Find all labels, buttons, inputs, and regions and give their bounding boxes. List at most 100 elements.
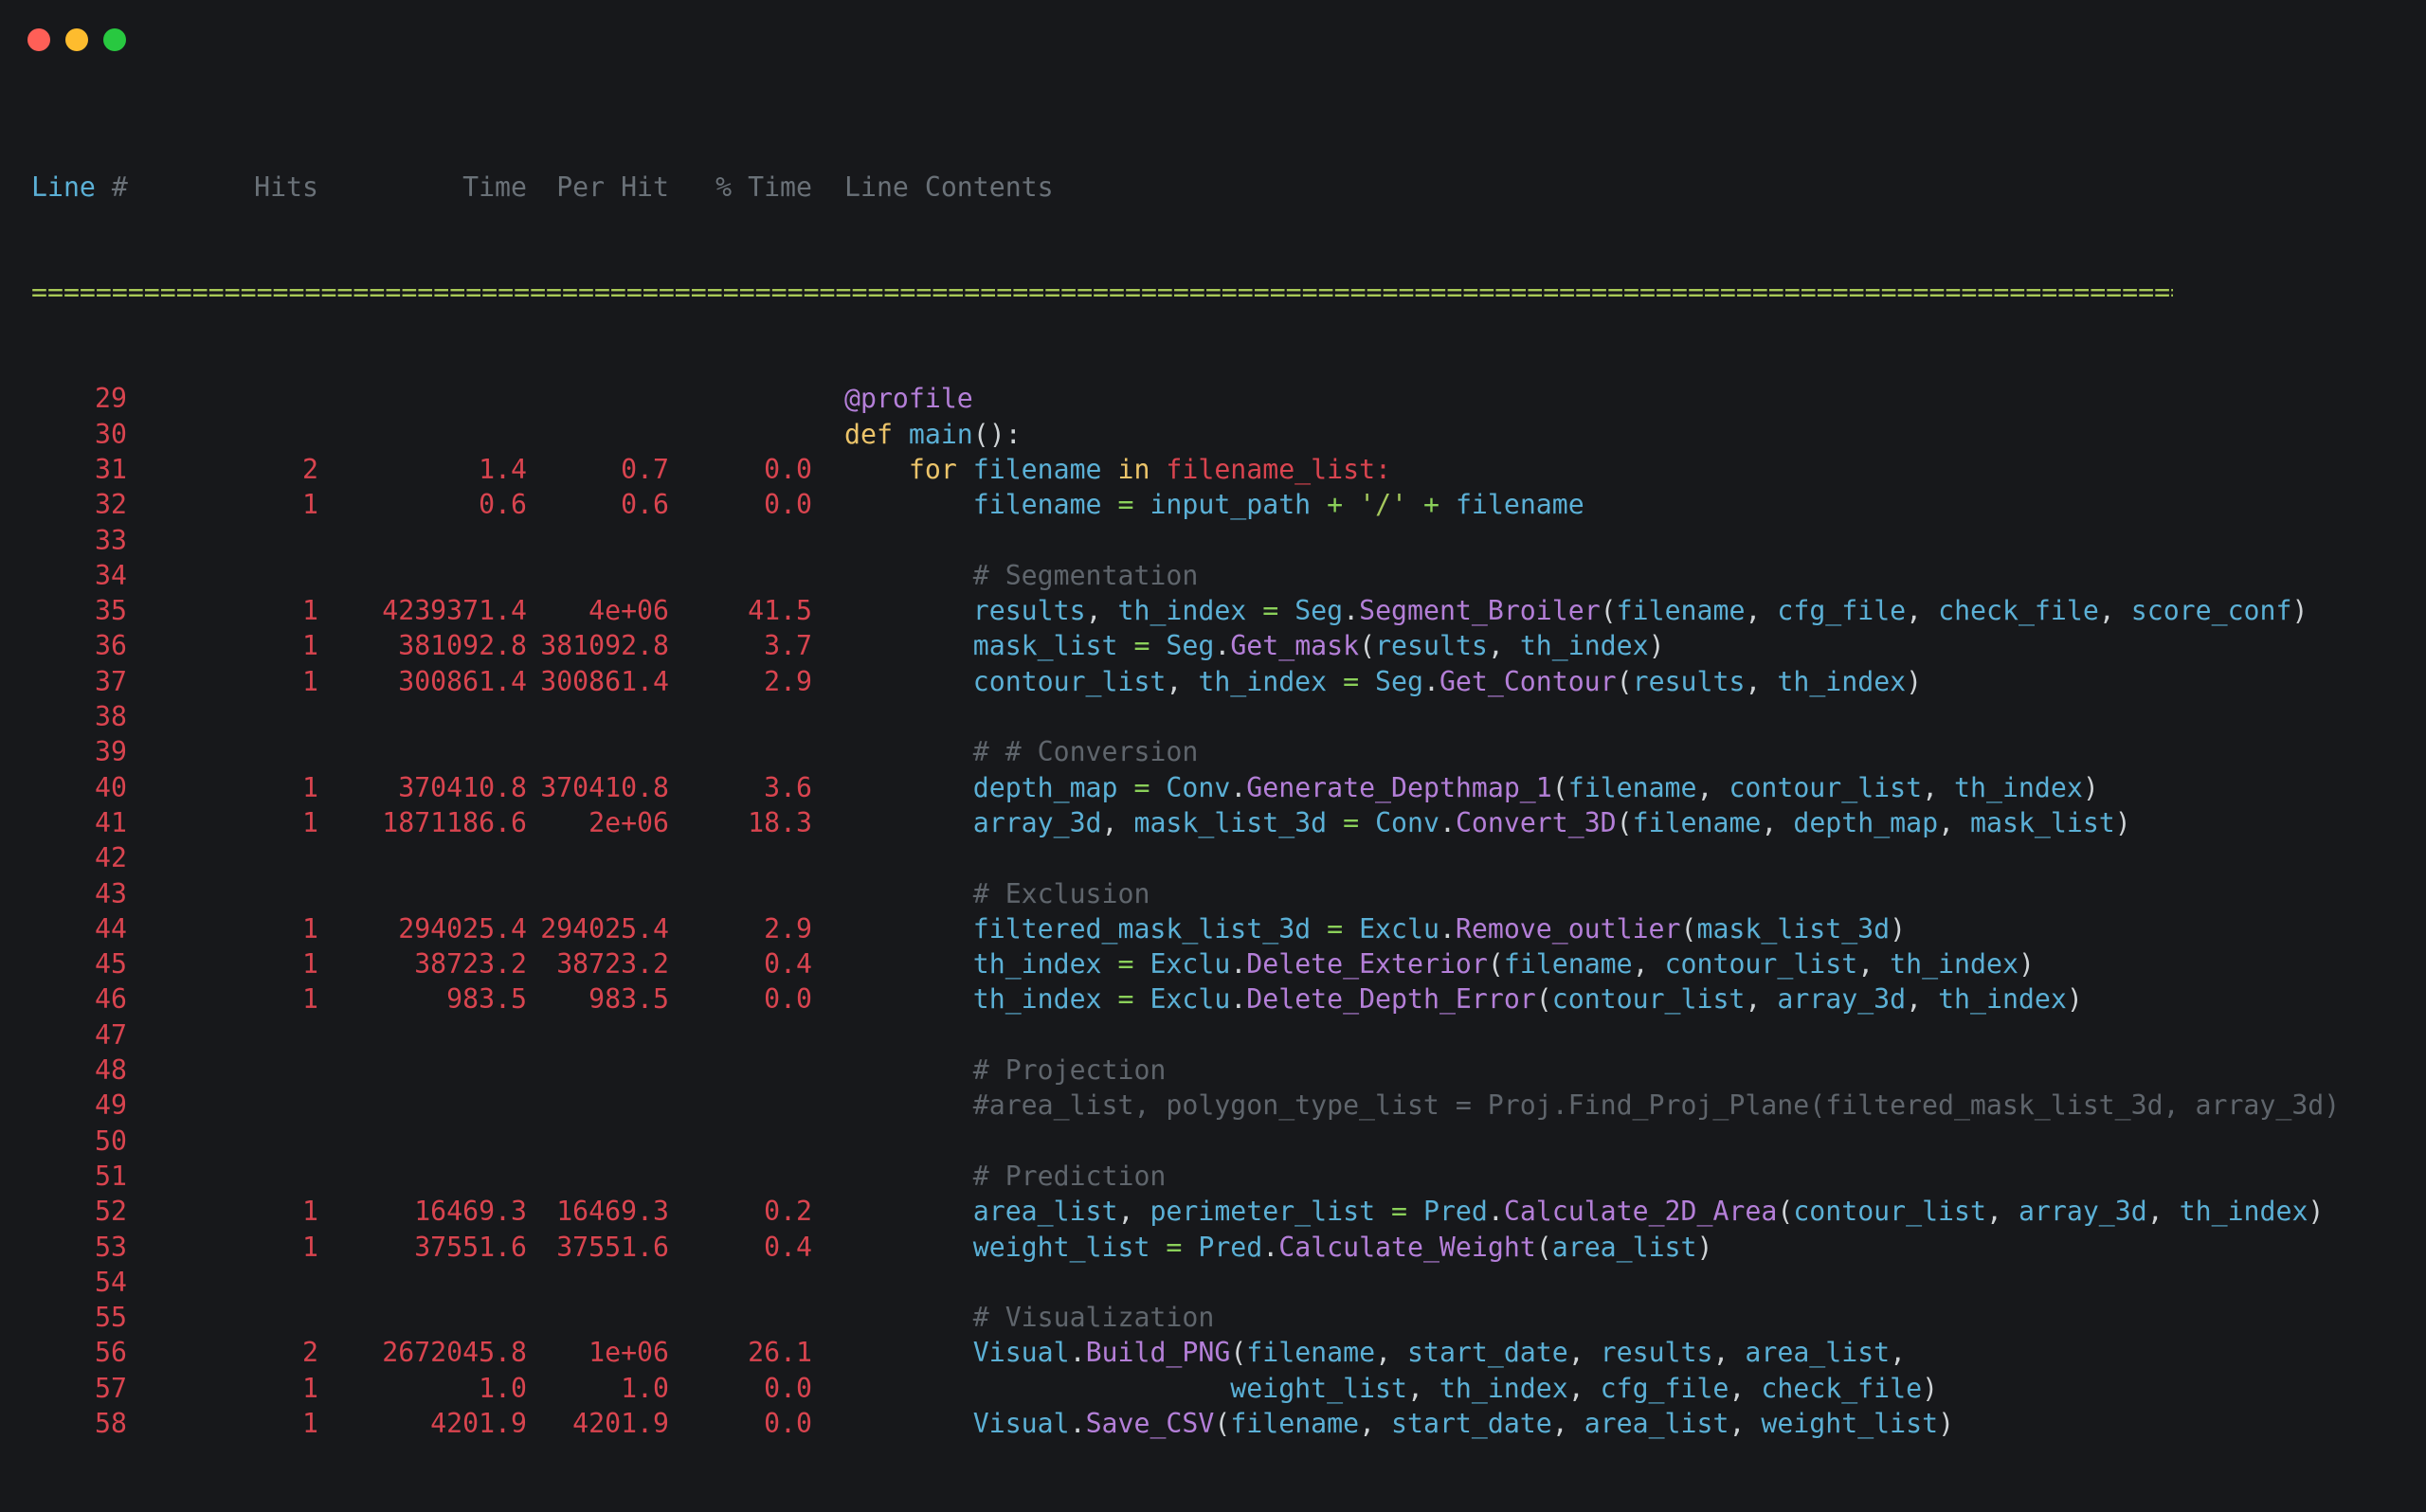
hits-value xyxy=(127,699,318,734)
time-value: 1.4 xyxy=(479,453,527,485)
pct-time-value xyxy=(669,1265,812,1300)
per-hit-value: 0.7 xyxy=(621,453,669,485)
time-value xyxy=(318,558,527,593)
per-hit-value: 37551.6 xyxy=(556,1231,669,1263)
profile-row: 31 2 1.4 0.7 0.0 for filename in filename_li… xyxy=(31,452,2340,487)
code-token: ) xyxy=(2082,771,2099,803)
pct-time-value xyxy=(669,1300,812,1335)
profile-row: 47 xyxy=(31,1017,2340,1053)
line-number: 33 xyxy=(95,524,127,556)
header-line-contents: Line Contents xyxy=(844,171,1054,203)
code-token: filename_list: xyxy=(1166,453,1392,485)
time-value: 0.6 xyxy=(479,489,527,521)
code-token: cfg_file xyxy=(1777,595,1907,627)
code-token: , xyxy=(1712,1337,1746,1369)
code-token: = xyxy=(1117,948,1150,981)
line-number: 52 xyxy=(95,1196,127,1228)
line-contents: weight_list, th_index, cfg_file, check_f… xyxy=(812,1371,1938,1406)
line-contents xyxy=(812,1124,844,1159)
profile-row: 58 1 4201.9 4201.9 0.0 Visual.Save_CSV(filen… xyxy=(31,1406,2340,1441)
time-value: 4239371.4 xyxy=(382,595,527,627)
code-token: = xyxy=(1133,771,1167,803)
code-token: , xyxy=(2098,595,2131,627)
hits-value xyxy=(127,840,318,875)
per-hit-value: 16469.3 xyxy=(556,1196,669,1228)
time-value: 37551.6 xyxy=(414,1231,527,1263)
code-token: ) xyxy=(2114,806,2131,838)
minimize-window-button[interactable] xyxy=(65,28,88,51)
code-token: filename xyxy=(1503,948,1633,981)
code-token: , xyxy=(1729,1372,1762,1404)
profile-row: 34 # Segmentation xyxy=(31,558,2340,593)
pct-time-value xyxy=(669,523,812,558)
code-token: , xyxy=(1922,771,1955,803)
line-number: 47 xyxy=(95,1018,127,1051)
code-token: # Projection xyxy=(844,1054,1167,1087)
code-token: Seg xyxy=(1375,665,1423,697)
line-number: 31 xyxy=(95,453,127,485)
code-token: . xyxy=(1262,1231,1279,1263)
line-number: 57 xyxy=(95,1372,127,1404)
code-token: # # Conversion xyxy=(844,736,1199,768)
code-token: ) xyxy=(1696,1231,1713,1263)
code-token: . xyxy=(1230,983,1247,1016)
code-token: . xyxy=(1487,1196,1504,1228)
code-token: Visual xyxy=(844,1407,1070,1439)
code-token: , xyxy=(1745,983,1778,1016)
profile-row: 32 1 0.6 0.6 0.0 filename = input_path + '/'… xyxy=(31,487,2340,522)
pct-time-value: 2.9 xyxy=(764,912,812,945)
code-token: th_index xyxy=(1890,948,2019,981)
code-token: th_index xyxy=(1938,983,2067,1016)
per-hit-value: 1.0 xyxy=(621,1372,669,1404)
code-token: = xyxy=(1343,665,1376,697)
line-number: 30 xyxy=(95,418,127,450)
code-token: , xyxy=(1632,948,1665,981)
code-token: + xyxy=(1422,489,1456,521)
code-token: start_date xyxy=(1407,1337,1568,1369)
code-token: Delete_Depth_Error xyxy=(1246,983,1536,1016)
hits-value: 1 xyxy=(302,1231,318,1263)
code-token: filename xyxy=(972,453,1118,485)
code-token: ( xyxy=(1680,912,1697,945)
time-value xyxy=(318,1159,527,1194)
maximize-window-button[interactable] xyxy=(103,28,126,51)
line-number: 48 xyxy=(95,1054,127,1087)
code-token: th_index xyxy=(1117,595,1263,627)
code-token: ( xyxy=(1230,1337,1247,1369)
hits-value xyxy=(127,1053,318,1088)
code-token: = xyxy=(1117,983,1150,1016)
code-token: , xyxy=(1375,1337,1408,1369)
window-controls xyxy=(27,28,126,51)
per-hit-value xyxy=(527,840,669,875)
close-window-button[interactable] xyxy=(27,28,50,51)
hits-value: 1 xyxy=(302,1372,318,1404)
terminal-window: Line # Hits Time Per Hit % Time Line Con… xyxy=(0,0,2426,1439)
profile-row: 57 1 1.0 1.0 0.0 weight_list, th_index, cfg_… xyxy=(31,1371,2340,1406)
profile-row: 37 1 300861.4 300861.4 2.9 contour_list, th_… xyxy=(31,664,2340,699)
code-token: Exclu xyxy=(1359,912,1439,945)
code-token: ) xyxy=(2291,595,2308,627)
line-contents: # Exclusion xyxy=(812,876,1150,911)
code-token: mask_list_3d xyxy=(1696,912,1891,945)
hits-value: 1 xyxy=(302,489,318,521)
code-token: ( xyxy=(1359,630,1376,662)
code-token: . xyxy=(1439,806,1456,838)
time-value: 381092.8 xyxy=(398,630,527,662)
code-token: Save_CSV xyxy=(1085,1407,1215,1439)
code-token: contour_list xyxy=(1664,948,1858,981)
line-number: 54 xyxy=(95,1266,127,1298)
pct-time-value xyxy=(669,1159,812,1194)
time-value xyxy=(318,1017,527,1053)
per-hit-value xyxy=(527,381,669,416)
hits-value xyxy=(127,1300,318,1335)
per-hit-value xyxy=(527,417,669,452)
profile-row: 51 # Prediction xyxy=(31,1159,2340,1194)
code-token: weight_list xyxy=(844,1372,1407,1404)
code-token: , xyxy=(1729,1407,1762,1439)
code-token: . xyxy=(1230,771,1247,803)
pct-time-value xyxy=(669,417,812,452)
pct-time-value: 0.0 xyxy=(764,453,812,485)
code-token: '/' xyxy=(1359,489,1423,521)
time-value: 4201.9 xyxy=(430,1407,527,1439)
per-hit-value xyxy=(527,876,669,911)
